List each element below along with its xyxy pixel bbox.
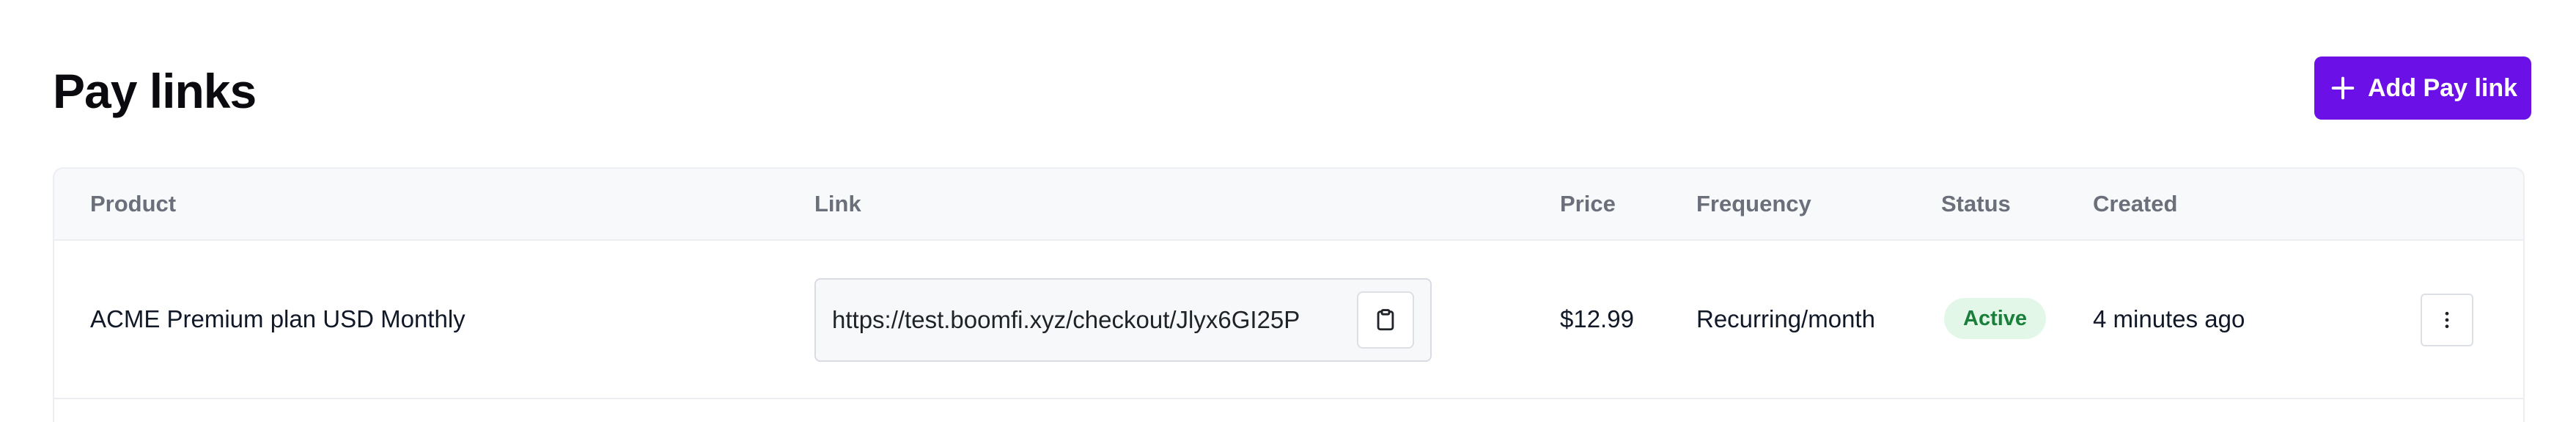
column-header-link: Link	[814, 191, 861, 217]
plus-icon	[2331, 76, 2355, 100]
created-cell: 4 minutes ago	[2093, 305, 2245, 332]
pay-links-page: Pay links Add Pay link Product Link Pric…	[0, 0, 2576, 422]
column-header-frequency: Frequency	[1696, 191, 1811, 217]
copy-link-button[interactable]	[1357, 291, 1414, 349]
add-pay-link-label: Add Pay link	[2367, 73, 2518, 102]
more-vertical-icon	[2445, 311, 2449, 329]
frequency-cell: Recurring/month	[1696, 305, 1875, 332]
pay-link-field[interactable]: https://test.boomfi.xyz/checkout/Jlyx6GI…	[814, 278, 1432, 362]
add-pay-link-button[interactable]: Add Pay link	[2314, 57, 2531, 120]
column-header-status: Status	[1941, 191, 2011, 217]
row-actions-button[interactable]	[2421, 294, 2473, 346]
column-header-created: Created	[2093, 191, 2178, 217]
column-header-price: Price	[1560, 191, 1616, 217]
product-cell: ACME Premium plan USD Monthly	[90, 305, 465, 332]
status-badge: Active	[1944, 298, 2047, 339]
price-cell: $12.99	[1560, 305, 1634, 332]
pay-link-url[interactable]: https://test.boomfi.xyz/checkout/Jlyx6GI…	[832, 280, 1300, 360]
page-title: Pay links	[53, 64, 257, 118]
table-header: Product Link Price Frequency Status Crea…	[54, 169, 2523, 241]
table-row[interactable]: ACME Premium plan USD Monthly https://te…	[54, 241, 2523, 399]
column-header-product: Product	[90, 191, 177, 217]
clipboard-icon	[1377, 309, 1394, 331]
pay-links-table: Product Link Price Frequency Status Crea…	[53, 167, 2525, 422]
